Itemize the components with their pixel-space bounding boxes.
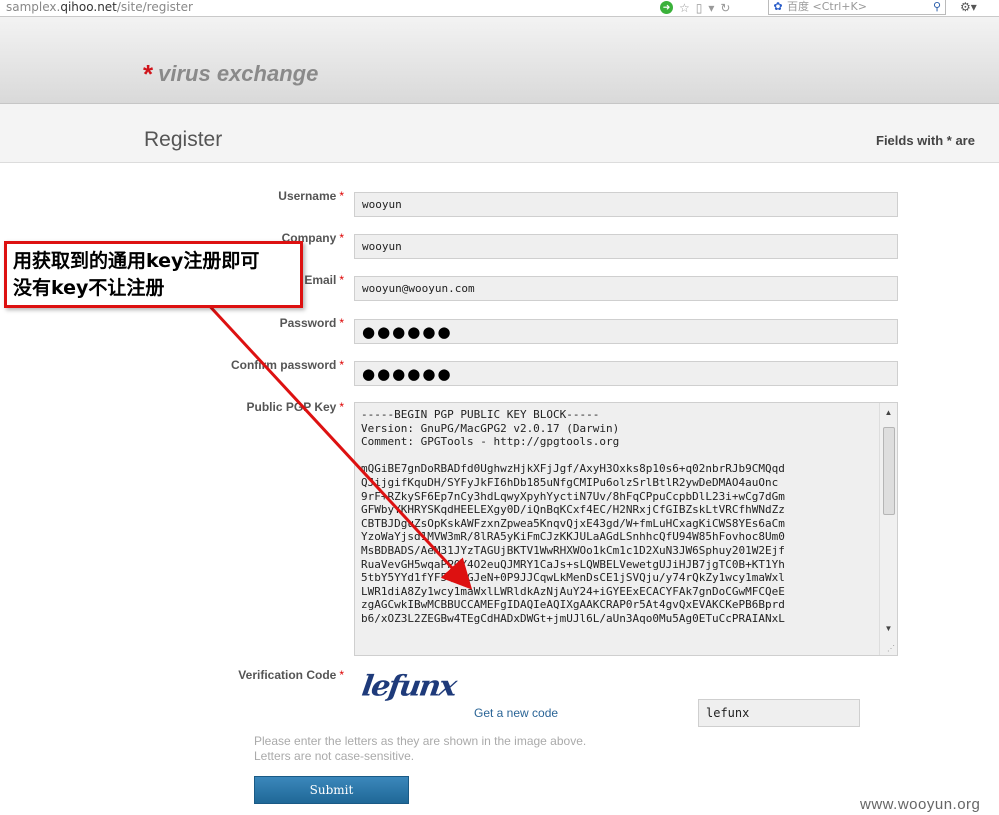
site-logo[interactable]: * virus exchange xyxy=(143,61,318,87)
pgp-key-text: -----BEGIN PGP PUBLIC KEY BLOCK----- Ver… xyxy=(361,408,785,625)
resize-grip-icon[interactable]: ⋰ xyxy=(887,644,895,653)
scroll-up-icon[interactable]: ▲ xyxy=(880,405,897,421)
go-icon[interactable]: ➜ xyxy=(660,1,673,14)
baidu-paw-icon: ✿ xyxy=(773,0,783,13)
captcha-hint-line2: Letters are not case-sensitive. xyxy=(254,749,415,763)
bookmark-star-icon[interactable]: ☆ xyxy=(679,1,690,15)
logo-text: virus exchange xyxy=(158,61,319,86)
password-label: Password * xyxy=(279,316,344,330)
address-bar[interactable]: samplex.qihoo.net/site/register xyxy=(6,0,193,14)
scroll-down-icon[interactable]: ▼ xyxy=(880,621,897,637)
company-input[interactable]: wooyun xyxy=(354,234,898,259)
confirm-password-input[interactable]: ●●●●●● xyxy=(354,361,898,386)
pgp-key-textarea[interactable]: -----BEGIN PGP PUBLIC KEY BLOCK----- Ver… xyxy=(354,402,898,656)
search-icon[interactable]: ⚲ xyxy=(933,0,941,14)
tools-icon[interactable]: ⚙▾ xyxy=(960,0,977,14)
pgp-key-label: Public PGP Key * xyxy=(246,400,344,414)
logo-asterisk-icon: * xyxy=(143,59,154,89)
annotation-callout: 用获取到的通用key注册即可 没有key不让注册 xyxy=(4,241,303,308)
browser-search-input[interactable]: ✿ 百度 <Ctrl+K> ⚲ xyxy=(768,0,946,15)
password-input[interactable]: ●●●●●● xyxy=(354,319,898,344)
required-fields-note: Fields with * are xyxy=(876,133,975,148)
browser-toolbar: samplex.qihoo.net/site/register ➜ ☆ ▯ ▾ … xyxy=(0,0,999,17)
url-prefix: samplex. xyxy=(6,0,61,14)
username-label: Username * xyxy=(278,189,344,203)
reload-icon[interactable]: ↻ xyxy=(720,1,730,15)
pgp-key-scrollbar[interactable]: ▲ ▼ xyxy=(879,403,897,655)
watermark: www.wooyun.org xyxy=(860,796,981,813)
browser-nav-icons: ➜ ☆ ▯ ▾ ↻ xyxy=(660,0,730,15)
title-band: Register Fields with * are xyxy=(0,104,999,163)
annotation-line1: 用获取到的通用key注册即可 xyxy=(13,250,260,272)
captcha-hint-line1: Please enter the letters as they are sho… xyxy=(254,734,587,748)
email-input[interactable]: wooyun@wooyun.com xyxy=(354,276,898,301)
verification-code-label: Verification Code * xyxy=(238,668,344,682)
scroll-thumb[interactable] xyxy=(883,427,895,515)
page-title: Register xyxy=(144,128,223,151)
captcha-image: lefunx xyxy=(359,669,458,704)
verification-code-input[interactable]: lefunx xyxy=(698,699,860,727)
confirm-password-label: Confirm password * xyxy=(230,358,344,372)
url-path: /site/register xyxy=(116,0,193,14)
mobile-icon[interactable]: ▯ xyxy=(696,1,703,15)
url-domain: qihoo.net xyxy=(60,0,117,14)
submit-button[interactable]: Submit xyxy=(254,776,409,804)
site-header: * virus exchange xyxy=(0,17,999,104)
annotation-line2: 没有key不让注册 xyxy=(13,277,165,299)
get-new-code-link[interactable]: Get a new code xyxy=(474,706,558,720)
dropdown-icon[interactable]: ▾ xyxy=(708,1,714,15)
search-placeholder: 百度 <Ctrl+K> xyxy=(787,0,867,13)
username-input[interactable]: wooyun xyxy=(354,192,898,217)
